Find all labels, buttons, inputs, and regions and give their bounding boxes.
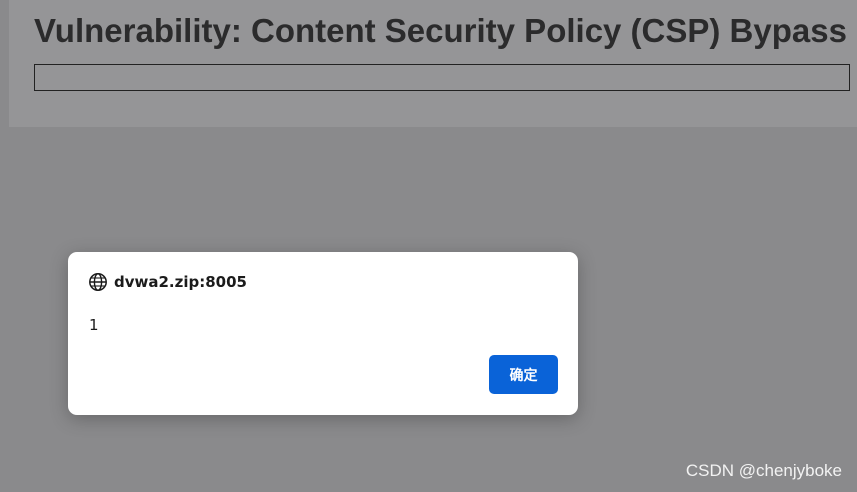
ok-button[interactable]: 确定 (489, 355, 558, 394)
dialog-message: 1 (89, 316, 99, 334)
watermark: CSDN @chenjyboke (685, 461, 842, 480)
alert-dialog: dvwa2.zip:8005 1 确定 (68, 252, 578, 415)
page-title: Vulnerability: Content Security Policy (… (34, 12, 847, 49)
content-area (34, 64, 850, 91)
dialog-origin: dvwa2.zip:8005 (114, 273, 247, 291)
globe-icon (88, 272, 108, 292)
dialog-header: dvwa2.zip:8005 (88, 272, 247, 292)
